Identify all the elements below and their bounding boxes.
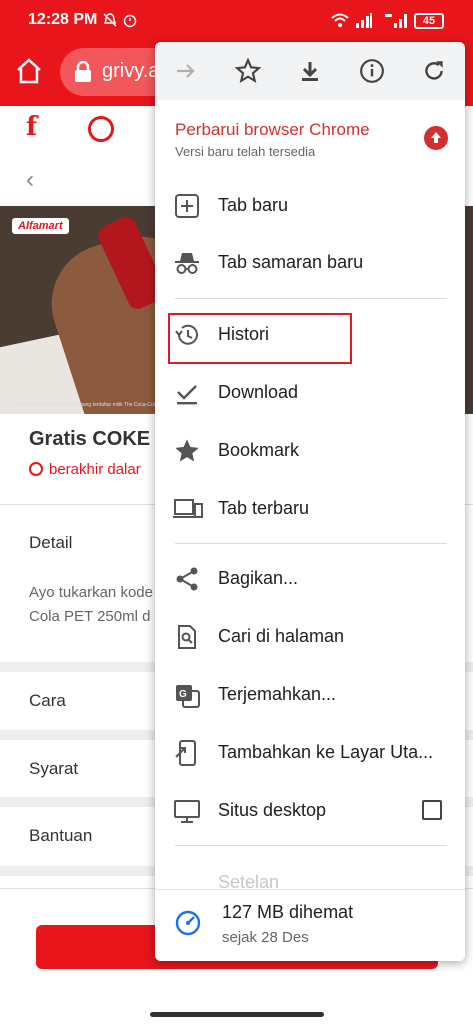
home-icon[interactable] (14, 56, 44, 86)
signal-4g-icon (384, 12, 408, 31)
highlight-box (168, 313, 352, 364)
update-chrome-item[interactable]: Perbarui browser Chrome Versi baru telah… (155, 100, 465, 170)
detail-label: Detail (29, 533, 73, 552)
menu-item-tab-samaran-baru[interactable]: Tab samaran baru (155, 235, 465, 291)
menu-item-label: Tab terbaru (218, 498, 310, 518)
menu-item-download[interactable]: Download (155, 365, 465, 421)
detail-text-line-1: Ayo tukarkan kode (29, 584, 153, 601)
star-outline-icon[interactable] (231, 54, 265, 88)
menu-item-terjemahkan[interactable]: G Terjemahkan... (155, 667, 465, 723)
banner-disclaimer: COCA-COLA adalah merek dagang terdaftar … (12, 402, 163, 408)
wifi-icon (330, 12, 350, 31)
menu-item-tab-baru[interactable]: Tab baru (155, 178, 465, 234)
menu-item-bagikan[interactable]: Bagikan... (155, 551, 465, 607)
alarm-icon (122, 12, 138, 31)
data-saved-since: sejak 28 Des (222, 929, 309, 946)
alfamart-logo: Alfamart (12, 218, 69, 234)
data-saved-amount: 127 MB dihemat (222, 902, 354, 922)
section-cara[interactable]: Cara (29, 691, 66, 711)
mute-icon (102, 12, 118, 31)
download-check-icon (173, 379, 201, 407)
status-time: 12:28 PM (28, 11, 98, 28)
desktop-icon (173, 797, 201, 825)
section-bantuan[interactable]: Bantuan (29, 826, 92, 846)
devices-icon (173, 495, 203, 523)
menu-item-label: Tab baru (218, 195, 289, 215)
data-saver-gauge-icon (175, 910, 201, 936)
menu-item-label: Cari di halaman (218, 626, 345, 646)
info-icon[interactable] (355, 54, 389, 88)
menu-item-label: Bagikan... (218, 568, 299, 588)
share-icon (173, 565, 201, 593)
menu-item-bookmark[interactable]: Bookmark (155, 423, 465, 479)
alarm-clock-icon (29, 462, 43, 476)
signal-icon (355, 12, 373, 31)
menu-item-situs-desktop[interactable]: Situs desktop (155, 783, 465, 839)
svg-text:G: G (179, 689, 187, 700)
menu-action-row (155, 42, 465, 100)
desktop-site-checkbox[interactable] (422, 800, 442, 820)
add-box-icon (173, 192, 201, 220)
url-text: grivy.a (102, 60, 160, 82)
gesture-nav-bar[interactable] (150, 1012, 324, 1017)
download-icon[interactable] (293, 54, 327, 88)
offer-expiry-text: berakhir dalar (49, 461, 141, 478)
battery-indicator: 45 (414, 13, 444, 29)
update-subtitle: Versi baru telah tersedia (175, 144, 316, 159)
refresh-icon[interactable] (417, 54, 451, 88)
menu-item-label: Tab samaran baru (218, 252, 364, 272)
offer-title: Gratis COKE A (29, 428, 170, 450)
menu-item-label: Situs desktop (218, 800, 327, 820)
translate-icon: G (173, 681, 201, 709)
offer-expiry: berakhir dalar (29, 461, 141, 478)
menu-item-label: Tambahkan ke Layar Uta... (218, 742, 434, 762)
add-to-homescreen-icon (173, 739, 201, 767)
find-in-page-icon (173, 623, 201, 651)
chevron-left-icon[interactable]: ‹ (26, 166, 34, 194)
status-bar: 12:28 PM 45 (0, 0, 473, 42)
menu-item-label: Download (218, 382, 299, 402)
menu-item-label: Bookmark (218, 440, 300, 460)
detail-text-line-2: Cola PET 250ml d (29, 608, 151, 625)
menu-item-tambahkan-ke-layar-utama[interactable]: Tambahkan ke Layar Uta... (155, 725, 465, 781)
browser-overflow-menu: Perbarui browser Chrome Versi baru telah… (155, 42, 465, 961)
star-icon (173, 437, 201, 465)
lock-icon (74, 60, 92, 83)
update-title: Perbarui browser Chrome (175, 120, 370, 139)
whatsapp-icon[interactable] (88, 116, 114, 142)
forward-icon[interactable] (169, 54, 203, 88)
section-syarat[interactable]: Syarat (29, 759, 78, 779)
menu-item-tab-terbaru[interactable]: Tab terbaru (155, 481, 465, 537)
update-arrow-icon (424, 126, 448, 150)
facebook-icon[interactable]: f (26, 112, 37, 148)
menu-item-label: Terjemahkan... (218, 684, 337, 704)
incognito-icon (173, 249, 201, 277)
data-saver-item[interactable]: 127 MB dihemat sejak 28 Des (155, 889, 465, 961)
menu-item-cari-di-halaman[interactable]: Cari di halaman (155, 609, 465, 665)
